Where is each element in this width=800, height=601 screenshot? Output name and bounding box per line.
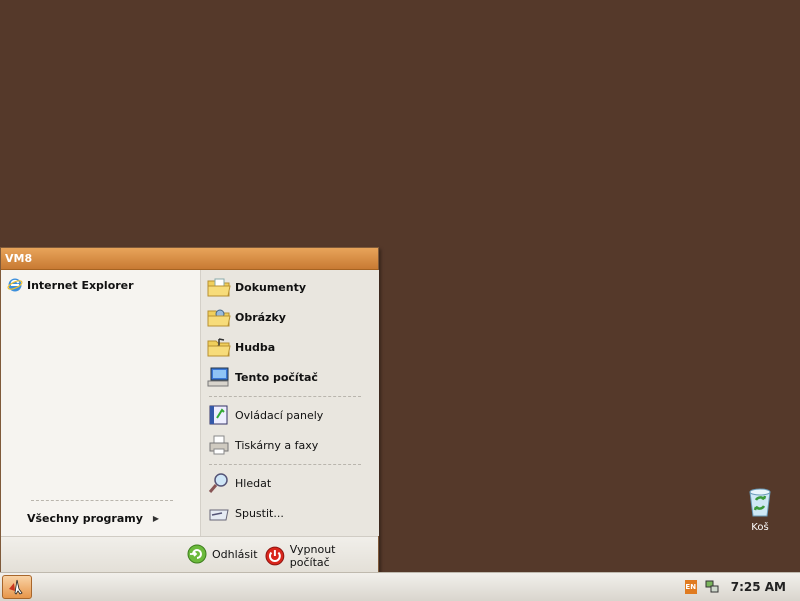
menu-item-music[interactable]: Hudba [207, 333, 275, 361]
power-icon [265, 546, 285, 566]
start-logo-icon [9, 579, 23, 595]
menu-item-label: Tento počítač [235, 370, 318, 384]
pinned-item-internet-explorer[interactable]: Internet Explorer [7, 274, 134, 296]
start-menu-user-name: VM8 [1, 248, 378, 270]
pinned-item-label: Internet Explorer [27, 278, 134, 292]
menu-item-label: Spustit... [235, 506, 284, 520]
logoff-button[interactable]: Odhlásit [186, 543, 258, 565]
folder-music-icon [207, 338, 231, 357]
network-icon[interactable] [705, 580, 719, 594]
menu-item-run[interactable]: Spustit... [207, 499, 284, 527]
start-menu-right-pane: Dokumenty Obrázky Hudba Tento počítač Ov… [200, 270, 379, 536]
language-indicator[interactable]: EN [684, 580, 697, 594]
folder-documents-icon [207, 278, 231, 297]
right-pane-divider [209, 464, 361, 465]
menu-item-control-panel[interactable]: Ovládací panely [207, 401, 323, 429]
desktop-icon-recycle-bin[interactable]: Koš [740, 486, 780, 533]
menu-item-pictures[interactable]: Obrázky [207, 303, 286, 331]
menu-item-label: Dokumenty [235, 280, 307, 294]
start-menu-footer: Odhlásit Vypnout počítač [1, 536, 378, 572]
menu-item-search[interactable]: Hledat [207, 469, 271, 497]
right-pane-divider [209, 396, 361, 397]
printer-icon [209, 435, 229, 455]
system-tray: EN 7:25 AM [684, 575, 800, 599]
folder-pictures-icon [207, 309, 231, 327]
internet-explorer-icon [7, 278, 23, 292]
menu-item-label: Tiskárny a faxy [235, 438, 319, 452]
menu-item-my-computer[interactable]: Tento počítač [207, 363, 318, 391]
shutdown-label: Vypnout počítač [289, 543, 336, 569]
recycle-bin-icon [749, 488, 771, 517]
start-button[interactable] [2, 575, 32, 599]
menu-item-label: Hledat [235, 476, 272, 490]
left-pane-divider [31, 500, 173, 501]
all-programs-label: Všechny programy [27, 512, 143, 525]
shutdown-button[interactable]: Vypnout počítač [264, 543, 378, 569]
logoff-icon [187, 544, 207, 564]
menu-item-label: Hudba [235, 340, 276, 354]
search-icon [208, 473, 228, 493]
clock[interactable]: 7:25 AM [731, 580, 786, 594]
run-icon [209, 509, 229, 521]
all-programs-button[interactable]: Všechny programy ▶ [27, 512, 159, 525]
desktop-icon-label: Koš [751, 522, 769, 533]
start-menu-left-pane: Internet Explorer Všechny programy ▶ [1, 270, 200, 536]
taskbar: EN 7:25 AM [0, 572, 800, 601]
menu-item-label: Ovládací panely [235, 408, 324, 422]
arrow-right-icon: ▶ [152, 514, 160, 523]
menu-item-label: Obrázky [235, 310, 286, 324]
start-menu: VM8 Internet Explorer Všechny programy ▶… [0, 247, 379, 572]
control-panel-icon [209, 405, 228, 425]
logoff-label: Odhlásit [212, 547, 258, 561]
menu-item-documents[interactable]: Dokumenty [207, 273, 306, 301]
menu-item-printers[interactable]: Tiskárny a faxy [207, 431, 318, 459]
my-computer-icon [207, 367, 229, 387]
